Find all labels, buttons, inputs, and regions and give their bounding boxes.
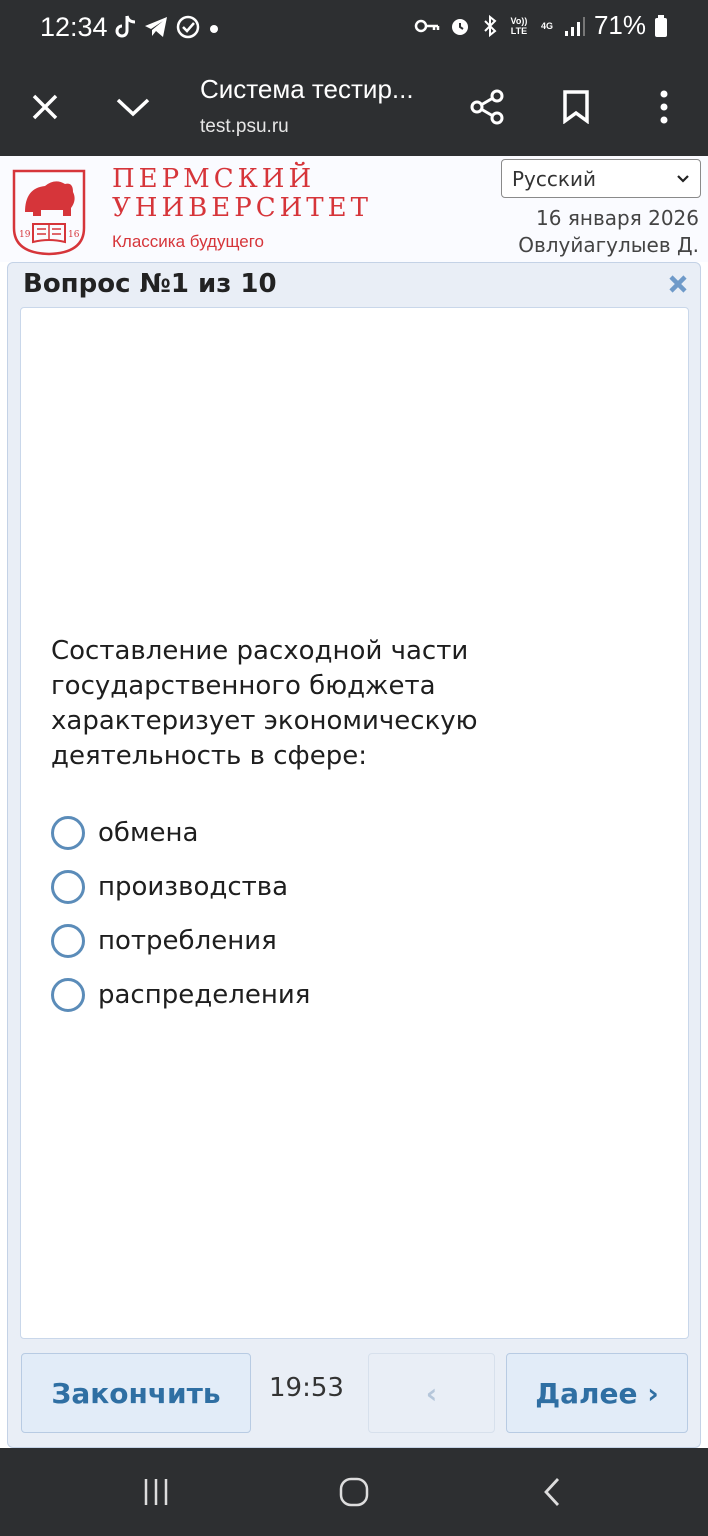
answer-label: распределения: [98, 980, 311, 1010]
minimize-button[interactable]: [108, 82, 158, 132]
answer-label: обмена: [98, 818, 199, 848]
tiktok-icon: [115, 15, 136, 38]
volte-indicator: Vo)) LTE: [510, 15, 528, 36]
share-button[interactable]: [462, 82, 512, 132]
university-emblem-icon: 19 16: [12, 169, 86, 256]
language-value: Русский: [512, 166, 596, 191]
finish-test-button[interactable]: Закончить: [21, 1353, 251, 1433]
site-header: 19 16 ПЕРМСКИЙ УНИВЕРСИТЕТ Классика буду…: [0, 156, 708, 262]
browser-toolbar: Система тестир... test.psu.ru: [0, 58, 708, 156]
question-panel: Вопрос №1 из 10 Составление расходной ча…: [7, 262, 701, 1448]
question-text: Составление расходной части государствен…: [51, 636, 478, 771]
battery-icon: [655, 14, 667, 37]
radio-button[interactable]: [51, 870, 85, 904]
status-bar: 12:34 Vo)) LTE 4G 71%: [0, 0, 708, 58]
previous-question-button[interactable]: ‹: [368, 1353, 495, 1433]
emblem-year-left: 19: [19, 230, 31, 240]
language-select[interactable]: Русский: [501, 159, 701, 198]
page-url: test.psu.ru: [200, 116, 289, 137]
close-tab-button[interactable]: [20, 82, 70, 132]
user-name: Овлуйагулыев Д.: [518, 233, 699, 257]
system-nav-bar: [0, 1448, 708, 1536]
status-time: 12:34: [40, 12, 108, 42]
check-circle-icon: [176, 15, 200, 39]
close-question-button[interactable]: [668, 271, 688, 301]
logo-tagline: Классика будущего: [112, 232, 265, 251]
logo-line-1: ПЕРМСКИЙ: [112, 164, 316, 194]
close-icon: [32, 94, 58, 120]
telegram-icon: [145, 17, 167, 37]
question-body: Составление расходной части государствен…: [20, 307, 689, 1339]
answer-option[interactable]: распределения: [51, 968, 310, 1022]
answer-options: обмена производства потребления распреде…: [51, 806, 310, 1022]
share-icon: [470, 89, 504, 125]
alarm-icon: [451, 18, 468, 35]
answer-label: производства: [98, 872, 289, 902]
back-button[interactable]: [530, 1470, 574, 1514]
logo-line-2: УНИВЕРСИТЕТ: [112, 193, 372, 223]
radio-button[interactable]: [51, 978, 85, 1012]
timer: 19:53: [269, 1373, 344, 1403]
signal-icon: [564, 16, 585, 36]
answer-option[interactable]: потребления: [51, 914, 310, 968]
next-question-button[interactable]: Далее ›: [506, 1353, 688, 1433]
back-icon: [544, 1478, 560, 1506]
home-icon: [339, 1477, 369, 1507]
battery-level: 71%: [593, 10, 646, 40]
radio-button[interactable]: [51, 924, 85, 958]
chevron-down-icon: [116, 98, 150, 117]
answer-option[interactable]: обмена: [51, 806, 310, 860]
current-date: 16 января 2026: [536, 206, 699, 230]
network-4g-indicator: 4G: [540, 20, 553, 31]
page-title: Система тестир...: [200, 74, 414, 104]
radio-button[interactable]: [51, 816, 85, 850]
more-vertical-icon: [660, 90, 668, 124]
bluetooth-icon: [484, 14, 497, 37]
dot-icon: [210, 25, 218, 33]
bookmark-icon: [563, 90, 589, 124]
bookmark-button[interactable]: [551, 82, 601, 132]
recent-apps-button[interactable]: [134, 1470, 178, 1514]
chevron-down-icon: [677, 174, 689, 183]
home-button[interactable]: [332, 1470, 376, 1514]
key-icon: [414, 19, 440, 32]
answer-option[interactable]: производства: [51, 860, 310, 914]
question-number: Вопрос №1 из 10: [23, 269, 277, 299]
close-icon: [669, 275, 687, 293]
emblem-year-right: 16: [68, 230, 80, 240]
recent-apps-icon: [144, 1479, 168, 1505]
answer-label: потребления: [98, 926, 277, 956]
more-options-button[interactable]: [639, 82, 689, 132]
